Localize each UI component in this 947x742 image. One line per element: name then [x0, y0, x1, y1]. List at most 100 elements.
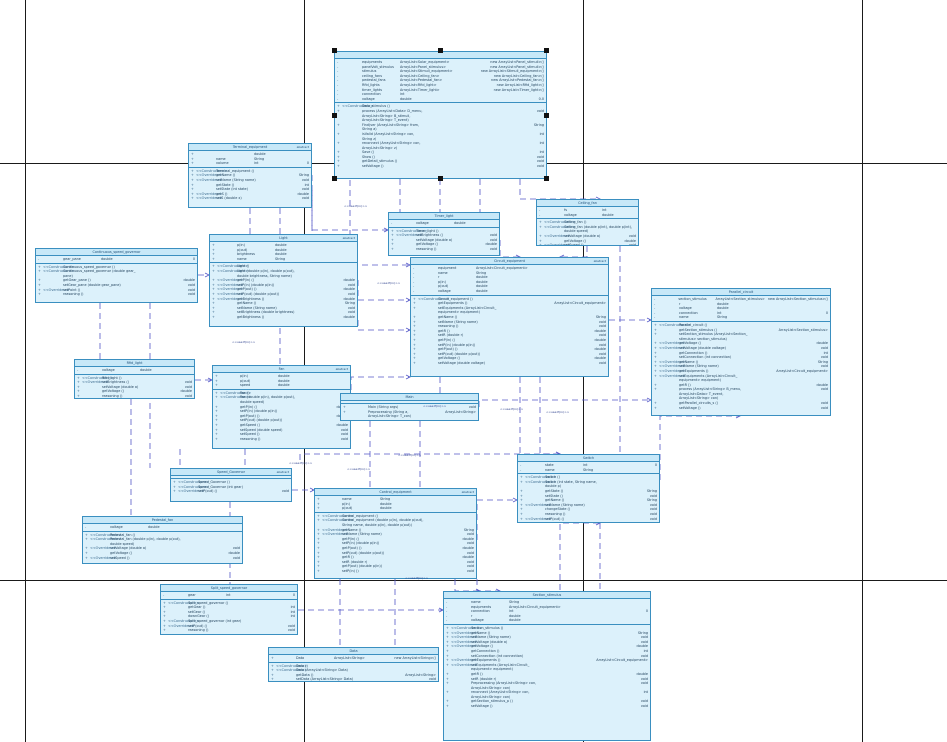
member-nm: setData (ArrayList<String> Data): [296, 677, 354, 682]
operation-row[interactable]: + reasoning () void: [38, 292, 195, 297]
class-box-pedestal-fan[interactable]: Pedestal_fan - voltage double + <<Constructor…: [82, 516, 243, 564]
attribute-row[interactable]: - voltage double: [446, 618, 648, 623]
operation-row[interactable]: + setVoltage (double voltage) void: [413, 361, 606, 366]
attributes-section: - voltage double: [389, 220, 499, 228]
class-box-ceiling-fan[interactable]: Ceiling_fan - fs int - voltage double + <<Constr…: [536, 199, 639, 246]
operation-row[interactable]: + <<Override>> setSpeed () void: [539, 243, 636, 246]
class-title: Circuit_equipment: [494, 259, 525, 263]
attribute-row[interactable]: + speed double: [215, 383, 348, 388]
operation-row[interactable]: + <<Override>> setSpeed () void: [85, 556, 240, 561]
member-mod: [348, 414, 368, 419]
operations-section: + <<Constructor>> Parallel_circuit () + getS…: [652, 322, 830, 411]
class-box-light[interactable]: Light abstract + p(in) double + p(out) double + b…: [209, 234, 358, 327]
operation-row[interactable]: + setP(in) () void: [317, 569, 474, 574]
operation-row[interactable]: + setVoltage () void: [337, 164, 544, 169]
operation-row[interactable]: + reasoning () void: [215, 437, 348, 442]
operation-row[interactable]: + getBrightness () double: [212, 315, 355, 320]
dependency-line[interactable]: [357, 320, 410, 331]
operation-row[interactable]: + <<Override>> setS (double x) void: [191, 196, 309, 201]
member-nm: reasoning (): [240, 436, 261, 441]
attribute-row[interactable]: - name String: [520, 468, 657, 473]
operation-row[interactable]: + setVoltage () void: [654, 406, 828, 411]
class-box-fan[interactable]: Fan abstract + p(in) double + p(out) double + spe…: [212, 365, 351, 449]
member-ret: void: [628, 243, 636, 246]
class-name: Light abstract: [210, 235, 357, 242]
class-title: Speed_Governor: [216, 470, 246, 474]
class-title: Fan: [278, 367, 285, 371]
class-box-circuit-equipment[interactable]: Circuit_equipment abstract - equipment Array…: [410, 257, 609, 377]
class-box-terminal-equipment[interactable]: Terminal_equipment abstract + double + name St…: [188, 143, 312, 208]
class-box-main[interactable]: Main + Main (String args) void + Preprocessin…: [340, 393, 479, 421]
selection-handle[interactable]: [544, 48, 549, 53]
attribute-row[interactable]: - voltage double: [77, 368, 192, 373]
member-mod: [544, 213, 564, 218]
member-mod: [217, 257, 237, 262]
class-name: Control_equipment abstract: [315, 489, 476, 496]
class-name: Pedestal_fan: [83, 517, 242, 524]
class-box-section-stimulus[interactable]: Section_stimulus - name String - equipments Ar…: [443, 591, 651, 741]
selection-handle[interactable]: [438, 176, 443, 181]
dependency-line[interactable]: [478, 399, 651, 407]
member-ret: 0: [192, 257, 195, 261]
selection-handle[interactable]: [332, 176, 337, 181]
operations-section: + <<Constructor>> Ceiling_fan () + <<Constru…: [537, 219, 638, 246]
class-name: Continuous_speed_governor: [36, 249, 197, 256]
attribute-row[interactable]: - voltage double 0.0: [337, 97, 544, 102]
attribute-row[interactable]: - gear int 0: [163, 593, 295, 598]
operation-row[interactable]: ArrayList<String> T_con): [343, 414, 476, 419]
operations-section: + <<Constructor>> Data () + <<Constructor>> D…: [269, 663, 438, 682]
member-ret: [654, 468, 657, 473]
dependency-line[interactable]: [539, 377, 560, 455]
dependency-line[interactable]: [519, 179, 600, 200]
attribute-row[interactable]: - voltage double: [539, 213, 636, 218]
selection-handle[interactable]: [332, 113, 337, 118]
member-mod: [82, 394, 102, 398]
operation-row[interactable]: + <<Override>> setP(out) () void: [173, 489, 289, 494]
class-box-continuous-speed-governor[interactable]: Continuous_speed_governor - gear_pane doubl…: [35, 248, 198, 303]
operation-row[interactable]: + <<Override>> setP(out) () void: [520, 517, 657, 522]
selection-handle[interactable]: [544, 176, 549, 181]
class-box-switch[interactable]: Switch - state int 0- name String + <<Constructo…: [517, 454, 660, 523]
member-nm: reasoning (): [188, 628, 209, 633]
dependency-line[interactable]: [499, 240, 520, 258]
member-nm: gear_pane: [63, 257, 81, 261]
member-mod: [322, 569, 342, 574]
class-box-selected[interactable]: - equipments ArrayList<Solar_equipment> new…: [334, 51, 547, 179]
attribute-row[interactable]: - voltage double: [391, 221, 497, 226]
attributes-section: - section_stimulus ArrayList<Section_stimu…: [652, 296, 830, 322]
member-ty: int: [254, 161, 259, 166]
attribute-row[interactable]: - voltage double: [85, 525, 240, 530]
class-box-rfid-light[interactable]: Rfid_light - voltage double + <<Constructor>>…: [74, 359, 195, 399]
class-box-speed-governor[interactable]: Speed_Governor abstract + <<Constructor>> Sp…: [170, 468, 292, 502]
link-label: <<use:P(in)>>: [405, 576, 429, 580]
operation-row[interactable]: + reasoning () void: [163, 628, 295, 633]
attribute-row[interactable]: + Data ArrayList<String> new ArrayList<Stri…: [271, 656, 436, 661]
operation-row[interactable]: + reasoning () void: [391, 247, 497, 252]
dependency-line[interactable]: [476, 499, 517, 540]
class-box-control-equipment[interactable]: Control_equipment abstract + name String + p(i…: [314, 488, 477, 579]
attribute-row[interactable]: - gear_pane double 0: [38, 257, 195, 262]
attribute-row[interactable]: - name String: [654, 315, 828, 320]
attribute-row[interactable]: + volume int 0: [191, 161, 309, 166]
class-box-data[interactable]: Data + Data ArrayList<String> new ArrayList<…: [268, 647, 439, 682]
dependency-line[interactable]: [659, 415, 740, 480]
selection-handle[interactable]: [438, 48, 443, 53]
operation-row[interactable]: + setVoltage () void: [446, 704, 648, 709]
member-ty: double: [454, 221, 466, 225]
selection-handle[interactable]: [544, 113, 549, 118]
operations-section: + <<Constructor>> Control_equipment () + <<C…: [315, 513, 476, 575]
attribute-row[interactable]: + name String: [212, 257, 355, 262]
selection-handle[interactable]: [332, 48, 337, 53]
member-mod: [90, 525, 110, 530]
member-ret: double: [343, 314, 355, 319]
class-title: Parallel_circuit: [728, 290, 754, 294]
operation-row[interactable]: + reasoning () void: [77, 394, 192, 398]
operation-row[interactable]: + setData (ArrayList<String> Data) void: [271, 677, 436, 682]
class-name: Timer_light: [389, 213, 499, 220]
class-box-parallel-circuit[interactable]: Parallel_circuit - section_stimulus ArrayLi…: [651, 288, 831, 416]
member-mod: [220, 383, 240, 388]
attribute-row[interactable]: - voltage double: [413, 289, 606, 294]
class-box-split-speed-governor[interactable]: Split_speed_governor - gear int 0 + <<Construc…: [160, 584, 298, 635]
class-box-timer-light[interactable]: Timer_light - voltage double + <<Constructor>…: [388, 212, 500, 256]
attribute-row[interactable]: + p(out) double: [317, 506, 474, 511]
